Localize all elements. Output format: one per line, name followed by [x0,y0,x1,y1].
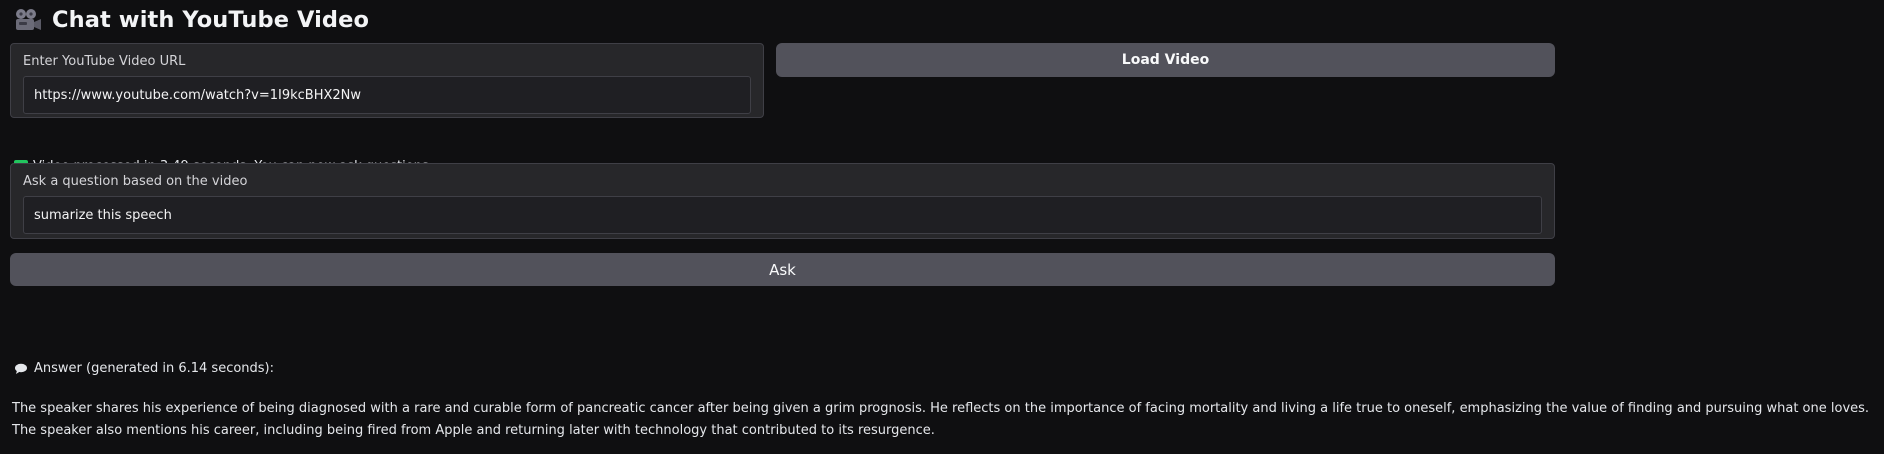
answer-text: The speaker shares his experience of bei… [12,401,1870,438]
url-input[interactable] [23,76,751,114]
url-input-label: Enter YouTube Video URL [23,54,186,69]
speech-bubble-icon [14,363,28,375]
question-input-label: Ask a question based on the video [23,174,248,189]
answer-heading: Answer (generated in 6.14 seconds): [14,361,274,376]
question-input-block: Ask a question based on the video [10,163,1555,239]
page-header: Chat with YouTube Video [14,4,369,36]
ask-button[interactable]: Ask [10,253,1555,286]
page-title: Chat with YouTube Video [52,7,370,33]
film-projector-icon [14,8,42,32]
load-video-button[interactable]: Load Video [776,43,1555,77]
answer-heading-text: Answer (generated in 6.14 seconds): [34,361,275,376]
url-input-block: Enter YouTube Video URL [10,43,764,118]
question-input[interactable] [23,196,1542,234]
